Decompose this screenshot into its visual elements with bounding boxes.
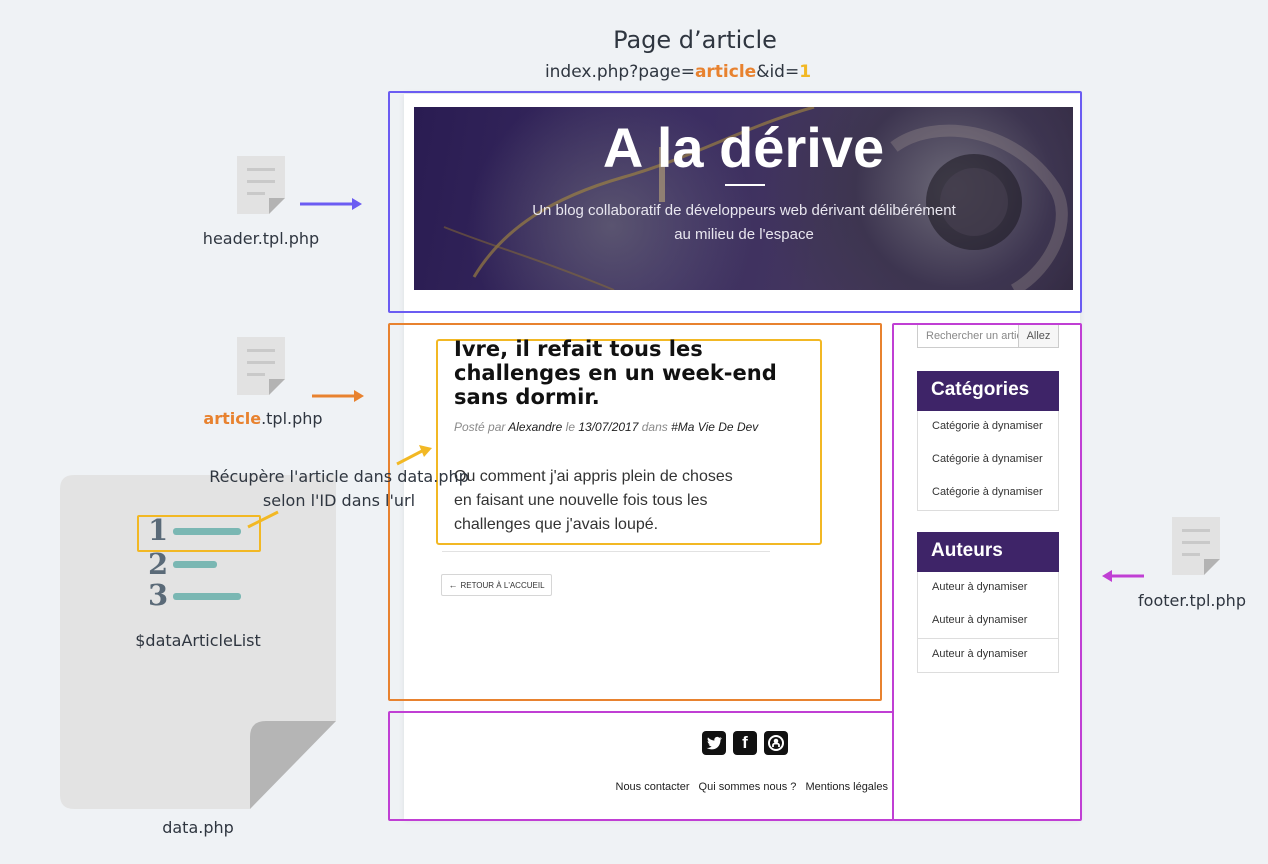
list-number-3: 3: [148, 578, 169, 612]
header-arrow: [300, 198, 362, 210]
header-region-frame: [388, 91, 1082, 313]
footer-arrow: [1102, 570, 1144, 582]
header-file-icon: [237, 156, 285, 214]
url-page: article: [694, 62, 757, 82]
annotation-arrows: [247, 445, 432, 529]
list-bar-3: [173, 593, 241, 600]
url-middle: &id=: [756, 62, 800, 82]
header-file-label: header.tpl.php: [202, 229, 320, 248]
sidebar-region-frame: [892, 323, 1082, 821]
article-file-highlight: article: [203, 409, 262, 428]
footer-region-frame: [388, 711, 894, 821]
article-arrow: [312, 390, 364, 402]
article-file-rest: .tpl.php: [261, 409, 323, 428]
article-file-icon: [237, 337, 285, 395]
data-file-label: data.php: [162, 818, 234, 837]
url-label: index.php?page=article&id=1: [0, 62, 1268, 82]
list-number-1: 1: [148, 513, 169, 547]
url-prefix: index.php?page=: [544, 62, 695, 82]
footer-file-label: footer.tpl.php: [1138, 591, 1246, 610]
article-file-label: article.tpl.php: [183, 409, 343, 428]
list-bar-1: [173, 528, 241, 535]
list-bar-2: [173, 561, 217, 568]
list-number-2: 2: [148, 547, 169, 581]
url-id: 1: [799, 62, 812, 82]
diagram-title: Page d’article: [613, 26, 777, 54]
footer-file-icon: [1172, 517, 1220, 575]
data-variable-label: $dataArticleList: [135, 631, 261, 650]
